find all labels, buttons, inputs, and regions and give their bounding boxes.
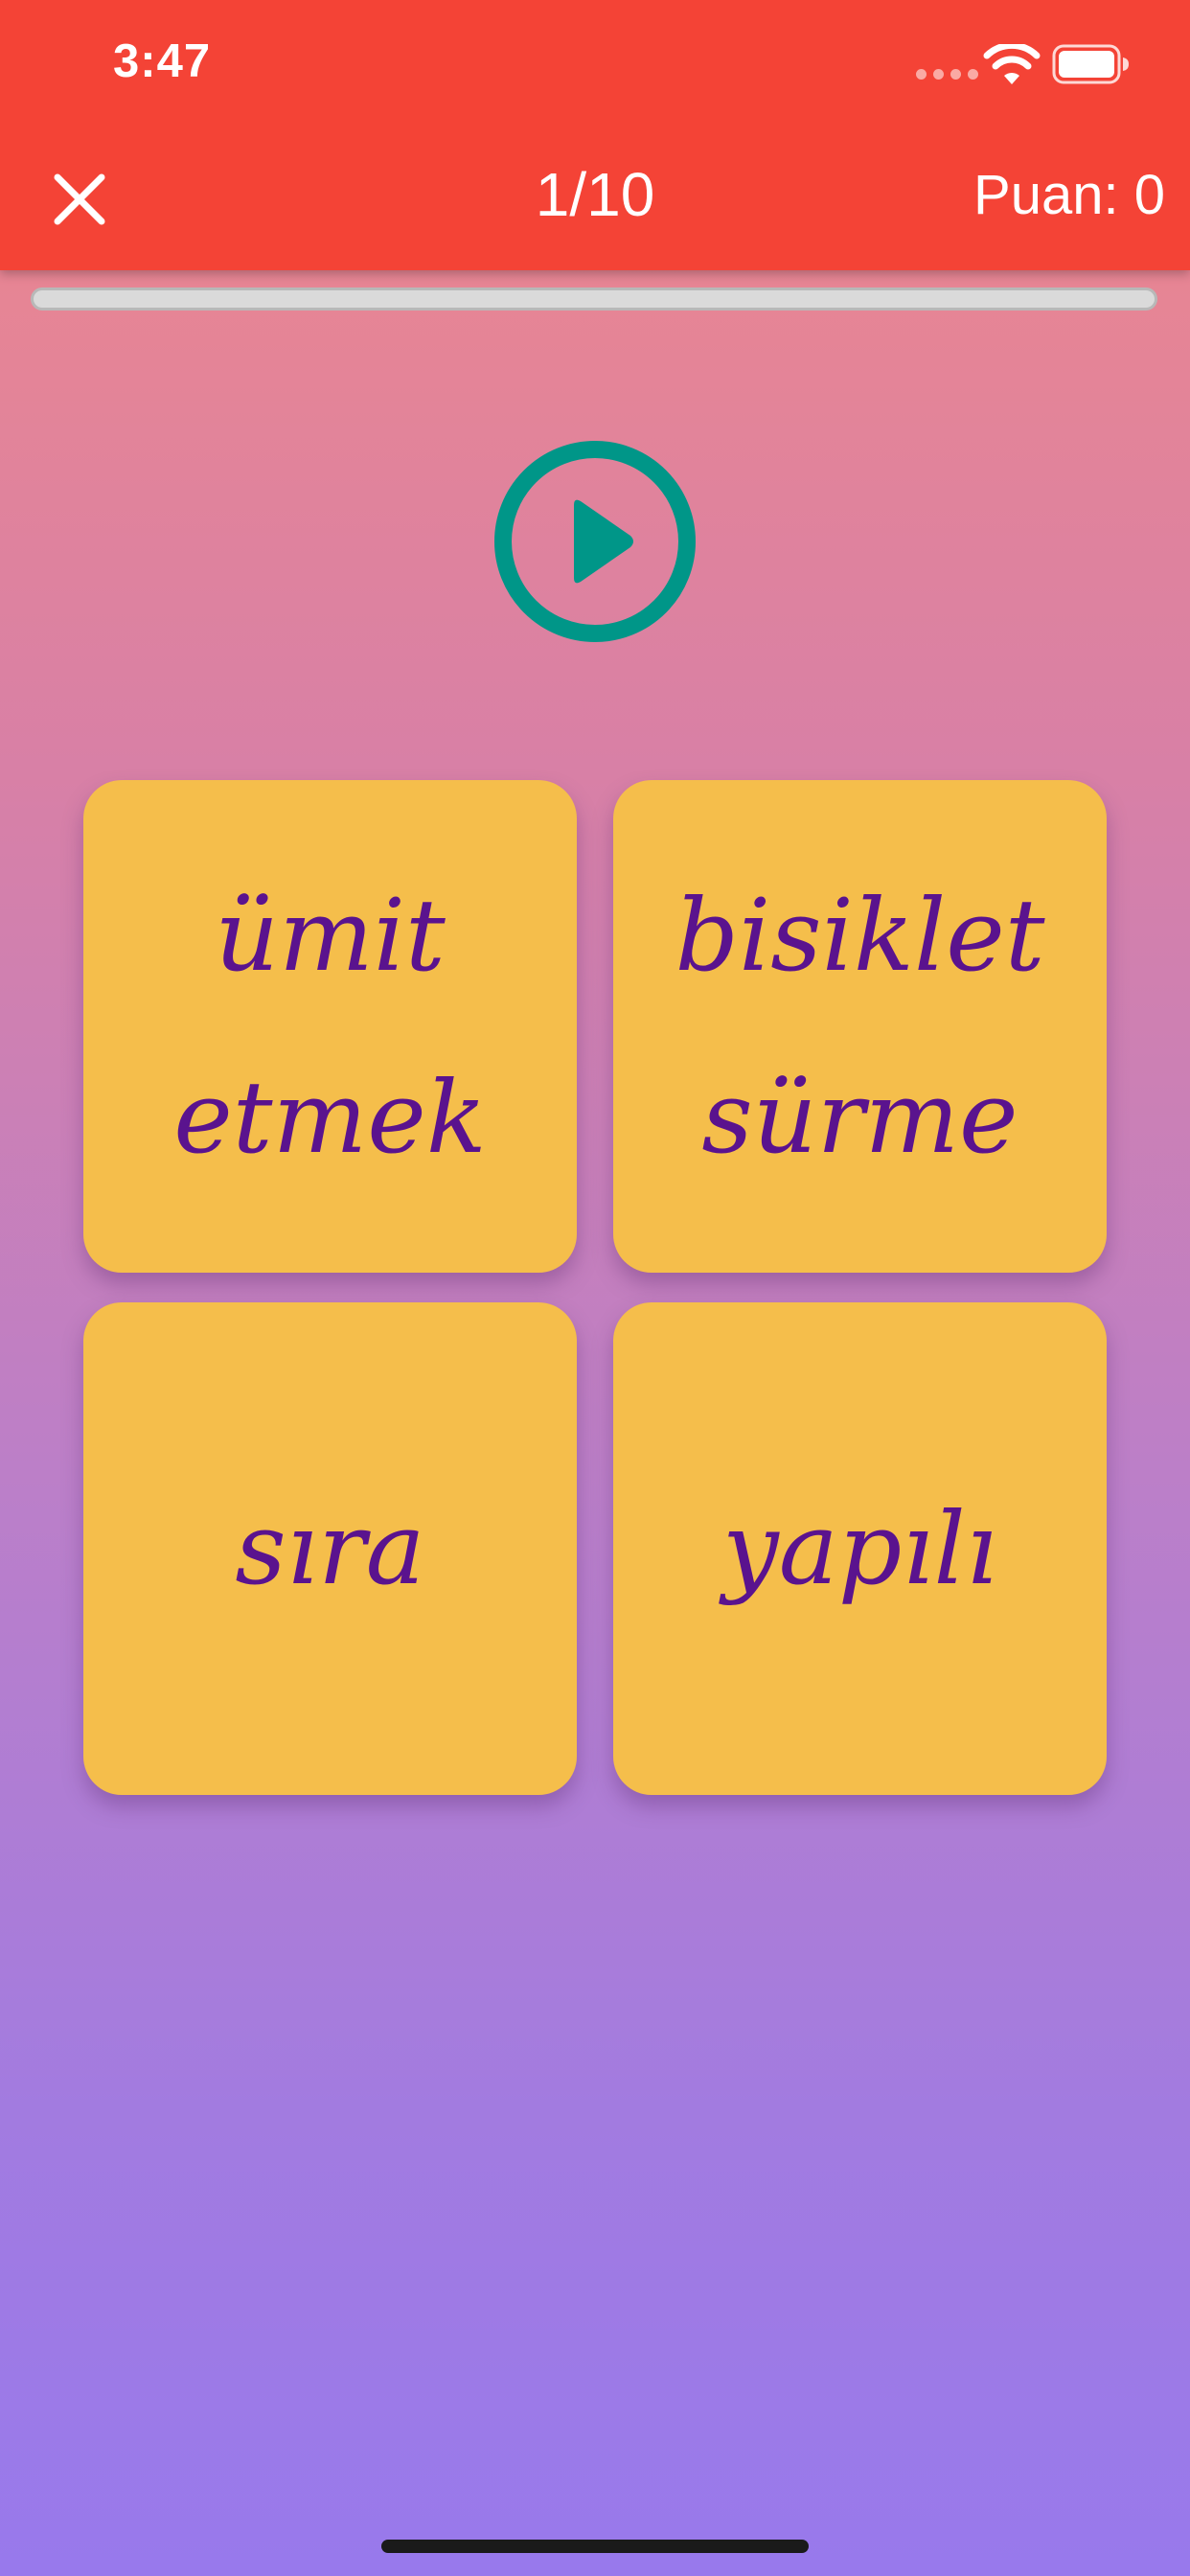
answer-card[interactable]: ümit etmek — [83, 780, 577, 1273]
progress-bar — [31, 288, 1157, 310]
cellular-signal-icon — [916, 69, 978, 80]
quiz-screen: 3:47 1/10 Puan: 0 ümit etmek bisiklet sü… — [0, 0, 1190, 2576]
score-label: Puan: 0 — [973, 164, 1165, 226]
wifi-icon — [983, 44, 1041, 84]
answer-label: bisiklet sürme — [675, 877, 1045, 1176]
battery-icon — [1052, 44, 1129, 84]
answer-label: yapılı — [721, 1490, 998, 1607]
answer-card[interactable]: yapılı — [613, 1302, 1107, 1795]
play-icon — [574, 499, 633, 584]
app-bar: 3:47 1/10 Puan: 0 — [0, 0, 1190, 270]
answer-grid: ümit etmek bisiklet sürme sıra yapılı — [83, 780, 1107, 1796]
answer-label: ümit etmek — [173, 877, 487, 1176]
status-time: 3:47 — [113, 35, 212, 87]
answer-card[interactable]: sıra — [83, 1302, 577, 1795]
answer-label: sıra — [235, 1490, 425, 1607]
home-indicator — [381, 2540, 809, 2553]
play-audio-button[interactable] — [493, 440, 697, 643]
answer-card[interactable]: bisiklet sürme — [613, 780, 1107, 1273]
